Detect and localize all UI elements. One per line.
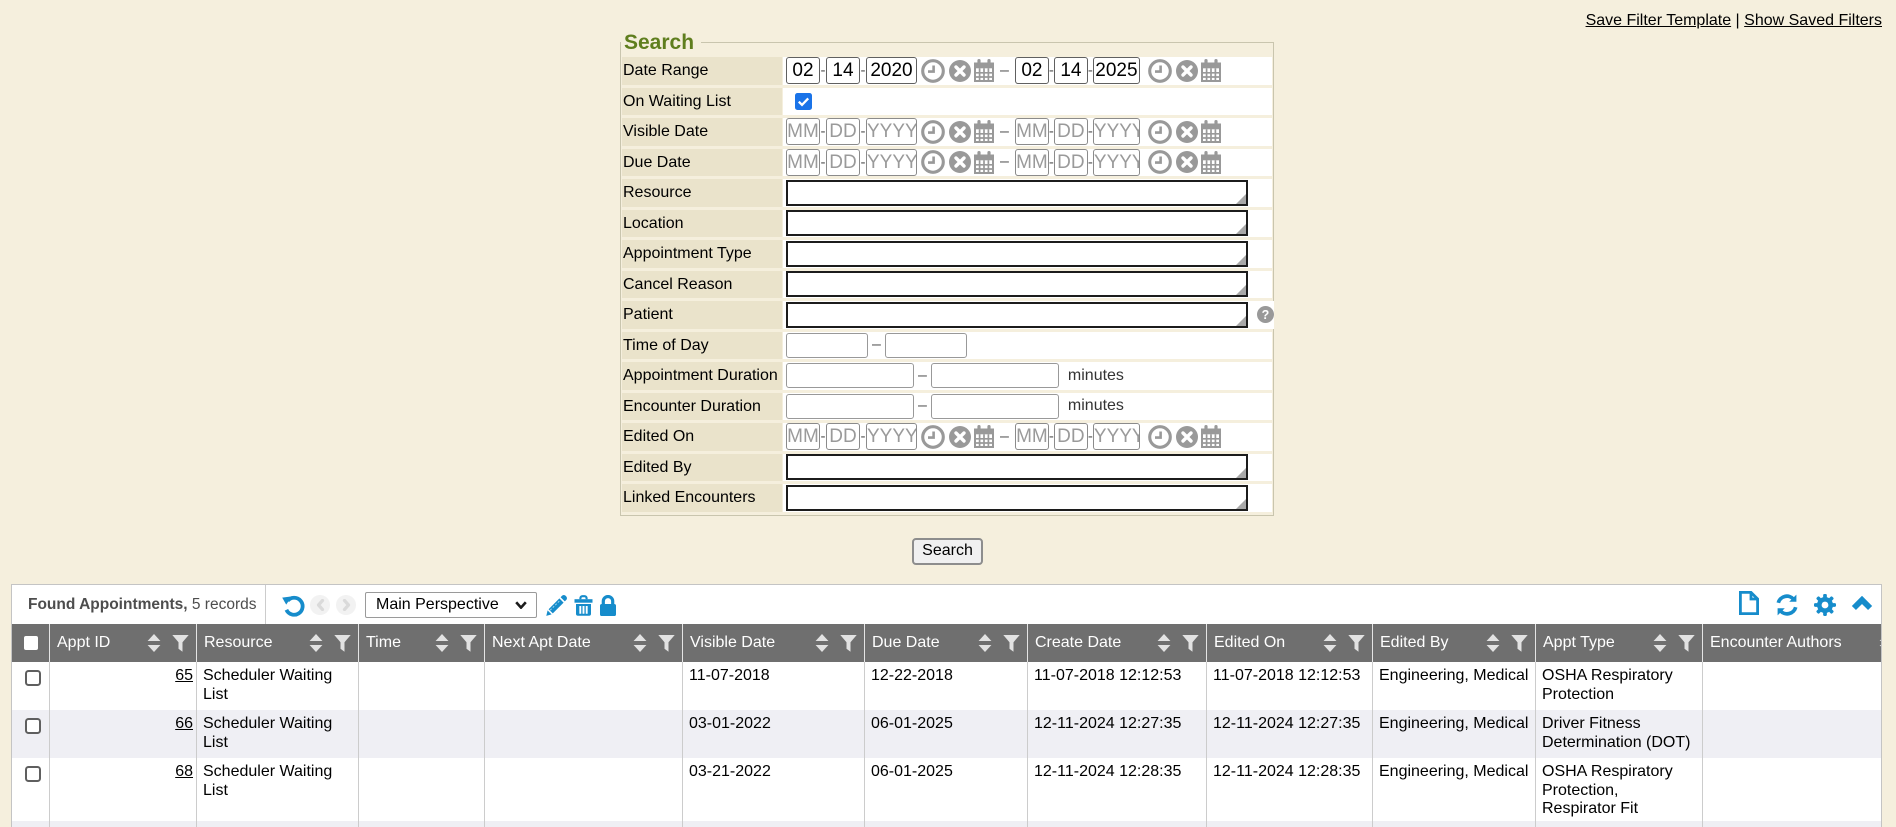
svg-text:?: ? xyxy=(1262,308,1270,322)
